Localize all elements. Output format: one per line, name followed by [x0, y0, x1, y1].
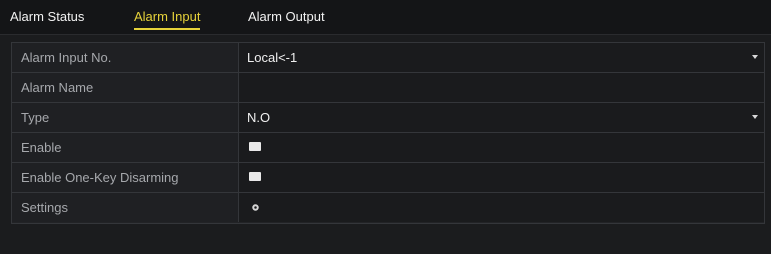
tab-alarm-status[interactable]: Alarm Status: [10, 9, 84, 24]
chevron-down-icon: [752, 115, 758, 119]
type-label-cell: Type: [12, 103, 239, 132]
one-key-disarming-value-cell: [239, 163, 764, 192]
tab-alarm-output[interactable]: Alarm Output: [248, 9, 325, 24]
tab-bar: Alarm Status Alarm Input Alarm Output: [0, 0, 771, 35]
settings-label: Settings: [21, 200, 68, 215]
tab-alarm-input[interactable]: Alarm Input: [134, 9, 201, 30]
alarm-input-no-row: Alarm Input No. Local<-1: [12, 43, 764, 73]
enable-label: Enable: [21, 140, 62, 155]
alarm-settings-page: Alarm Status Alarm Input Alarm Output Al…: [0, 0, 771, 254]
alarm-input-form: Alarm Input No. Local<-1 Alarm Name Type…: [11, 42, 765, 224]
enable-label-cell: Enable: [12, 133, 239, 162]
tab-alarm-input-label: Alarm Input: [134, 9, 201, 24]
one-key-disarming-row: Enable One-Key Disarming: [12, 163, 764, 193]
one-key-disarming-label: Enable One-Key Disarming: [21, 170, 179, 185]
one-key-disarming-label-cell: Enable One-Key Disarming: [12, 163, 239, 192]
type-value: N.O: [247, 110, 271, 125]
enable-checkbox[interactable]: [249, 142, 261, 151]
type-row: Type N.O: [12, 103, 764, 133]
alarm-name-label-cell: Alarm Name: [12, 73, 239, 102]
active-tab-indicator: [134, 28, 201, 30]
settings-value-cell: [239, 193, 764, 222]
gear-icon[interactable]: [251, 203, 260, 212]
enable-row: Enable: [12, 133, 764, 163]
settings-row: Settings: [12, 193, 764, 222]
type-dropdown[interactable]: N.O: [239, 103, 764, 132]
alarm-input-no-dropdown[interactable]: Local<-1: [239, 43, 764, 72]
enable-value-cell: [239, 133, 764, 162]
one-key-disarming-checkbox[interactable]: [249, 172, 261, 181]
alarm-name-row: Alarm Name: [12, 73, 764, 103]
alarm-input-no-label-cell: Alarm Input No.: [12, 43, 239, 72]
alarm-input-no-value: Local<-1: [247, 50, 298, 65]
alarm-name-input[interactable]: [239, 73, 764, 102]
tab-alarm-output-label: Alarm Output: [248, 9, 325, 24]
chevron-down-icon: [752, 55, 758, 59]
alarm-name-label: Alarm Name: [21, 80, 94, 95]
alarm-input-no-label: Alarm Input No.: [21, 50, 112, 65]
settings-label-cell: Settings: [12, 193, 239, 222]
type-label: Type: [21, 110, 50, 125]
tab-alarm-status-label: Alarm Status: [10, 9, 85, 24]
